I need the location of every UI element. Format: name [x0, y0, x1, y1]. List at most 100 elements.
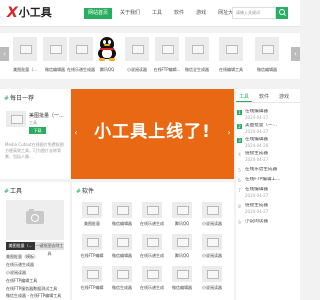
list-item[interactable]: 4 链接生成器 2024-04-27 [236, 151, 300, 164]
software-title: #软件 [76, 188, 95, 195]
banner-text: 小工具上线了! [94, 122, 211, 142]
list-item[interactable]: 8 链接生成器 2024-04-27 [236, 203, 300, 216]
image-placeholder-icon [69, 37, 93, 61]
chevron-right-icon[interactable]: › [226, 127, 232, 139]
image-placeholder-icon [82, 202, 102, 218]
software-item[interactable]: 在线FTP编辑 [80, 234, 104, 264]
featured-item[interactable]: 在线编辑工具 [216, 37, 246, 75]
image-placeholder-icon [219, 37, 243, 61]
featured-item[interactable]: 微信全生成器 [182, 37, 212, 75]
software-item[interactable]: 微信编辑器 [110, 234, 134, 264]
software-item[interactable]: 小说阅读器 [200, 234, 224, 264]
tools-list-item[interactable]: 在线FTP编辑工具 [6, 278, 68, 284]
software-item[interactable]: 在线乐谱生成 [140, 202, 164, 232]
software-item[interactable]: 小说阅读器 [200, 202, 224, 232]
tools-tab[interactable]: 美图批量（... [6, 242, 35, 250]
featured-item-label: 微信全生成器 [185, 67, 209, 72]
hero-banner[interactable]: ‹ 小工具上线了! › [71, 89, 234, 179]
list-item[interactable]: 9 小说阅读器 [236, 219, 300, 232]
software-item[interactable]: 微信编辑器 [110, 202, 134, 232]
featured-strip: ‹ › 美图批量（... 微信编辑器 在线乐谱生成器 腾讯QQ 小说阅读器 在线… [0, 33, 300, 79]
logo-text: 小工具 [18, 6, 52, 19]
software-item-label: 美图批量 [84, 221, 100, 226]
image-placeholder-icon [185, 37, 209, 61]
software-item[interactable]: 在线乐谱生成 [140, 234, 164, 264]
list-item-date: 2024-04-27 [245, 157, 269, 162]
list-item-date: 2024-04-27 [245, 115, 269, 120]
list-item-date: 2024-04-27 [245, 193, 269, 198]
nav-tools[interactable]: 工具 [148, 8, 166, 19]
page: X 小工具 网站首页 关于我们 工具 软件 游戏 网址大全 问答 请输入关键词 … [0, 0, 300, 300]
image-placeholder-icon [142, 234, 162, 250]
tool-preview[interactable] [6, 200, 64, 240]
rank-number: 1 [237, 110, 242, 115]
software-item[interactable]: 微信编辑器 [170, 266, 194, 296]
featured-item[interactable]: 微信编辑器 [252, 37, 282, 75]
site-logo[interactable]: X 小工具 [7, 6, 52, 20]
featured-item-label: 微信编辑器 [257, 67, 277, 72]
tools-list-item[interactable]: 微信生成器 - 在线FTP编辑工具 [6, 293, 68, 299]
rank-number: 2 [237, 124, 242, 129]
rank-number: 9 [238, 220, 241, 225]
software-item[interactable]: 美图批量 [80, 202, 104, 232]
image-placeholder-icon [82, 266, 102, 282]
site-header: X 小工具 网站首页 关于我们 工具 软件 游戏 网址大全 问答 请输入关键词 [0, 0, 300, 27]
software-item-label: 在线乐谱生成 [140, 253, 164, 258]
software-item[interactable]: 腾讯QQ [170, 234, 194, 264]
tools-list-item[interactable]: 小说阅读器 [6, 270, 68, 276]
image-placeholder-icon [43, 37, 67, 61]
chevron-right-icon[interactable]: › [291, 47, 300, 61]
software-item-label: 微信编辑器 [172, 285, 192, 290]
list-item[interactable]: 7 在线编辑器 2024-04-27 [236, 187, 300, 200]
list-item[interactable]: 1 在线编辑器 2024-04-27 [236, 109, 300, 122]
software-item[interactable]: 在线FTP编辑 [80, 266, 104, 296]
nav-about[interactable]: 关于我们 [116, 8, 144, 19]
software-item[interactable]: 微信生成器 [110, 266, 134, 296]
software-item-label: 在线乐谱生成 [140, 221, 164, 226]
software-item-label: 小说阅读器 [202, 285, 222, 290]
software-item[interactable]: 腾讯QQ [170, 202, 194, 232]
software-item-label: 在线FTP编辑 [80, 253, 104, 258]
list-item-date: 2024-04-27 [245, 129, 269, 134]
image-placeholder-icon[interactable] [6, 111, 26, 127]
image-placeholder-icon [255, 37, 279, 61]
chevron-left-icon[interactable]: ‹ [0, 47, 9, 61]
image-placeholder-icon [202, 266, 222, 282]
list-item-title: 小说阅读器 [245, 219, 268, 224]
nav-home[interactable]: 网站首页 [84, 8, 113, 19]
software-item-label: 腾讯QQ [174, 221, 190, 226]
software-card: #软件 美图批量 微信编辑器 在线乐谱生成 腾讯QQ 小说阅读器 在线FTP编辑… [72, 182, 234, 300]
tools-list-item[interactable]: 在线乐谱生成器 [6, 262, 68, 268]
tools-list-item[interactable]: 在线FTP服务器数据测试工具 [6, 286, 68, 292]
search-input[interactable]: 请输入关键词 [232, 7, 276, 19]
search-icon[interactable] [276, 7, 288, 19]
image-placeholder-icon [155, 37, 179, 61]
list-item[interactable]: 3 在线编辑器 2024-04-28 [236, 137, 300, 150]
software-item-label: 腾讯QQ [174, 253, 190, 258]
list-item[interactable]: 2 美图批量（一... 2024-04-27 [236, 123, 300, 136]
software-item[interactable]: 小说阅读器 [200, 266, 224, 296]
software-item[interactable]: 在线乐谱生成 [140, 266, 164, 296]
daily-pick-name[interactable]: 美图批量（一... [29, 112, 67, 119]
daily-pick-description: Media Cutout在线图片免费抠图方便高效工具，可为图片去除背景，包括人像… [5, 142, 64, 159]
tab-games[interactable]: 游戏 [276, 93, 292, 102]
image-placeholder-icon [82, 234, 102, 250]
ranking-tabs: 工具 软件 游戏 [236, 93, 300, 103]
tools-list-item[interactable]: 美图批量（模板） [6, 254, 68, 260]
tools-title: #工具 [4, 188, 23, 195]
list-item-date: 2024-04-28 [245, 143, 269, 148]
tab-tools[interactable]: 工具 [236, 93, 253, 102]
tools-tab[interactable]: 一键抠图去除工具 [35, 242, 64, 256]
nav-software[interactable]: 软件 [170, 8, 188, 19]
featured-item-label: 在线编辑工具 [219, 67, 243, 72]
tools-tabs: 美图批量（... 一键抠图去除工具 [6, 242, 64, 256]
nav-games[interactable]: 游戏 [192, 8, 210, 19]
software-item-label: 微信编辑器 [112, 253, 132, 258]
tab-software[interactable]: 软件 [256, 93, 272, 102]
download-button[interactable]: 下载 [29, 127, 46, 134]
ranking-panel: 工具 软件 游戏 1 在线编辑器 2024-04-27 2 美图批量（一... … [236, 89, 300, 300]
list-item-date: 2024-04-27 [245, 209, 269, 214]
image-placeholder-icon [142, 266, 162, 282]
image-placeholder-icon [172, 202, 192, 218]
image-placeholder-icon [112, 202, 132, 218]
